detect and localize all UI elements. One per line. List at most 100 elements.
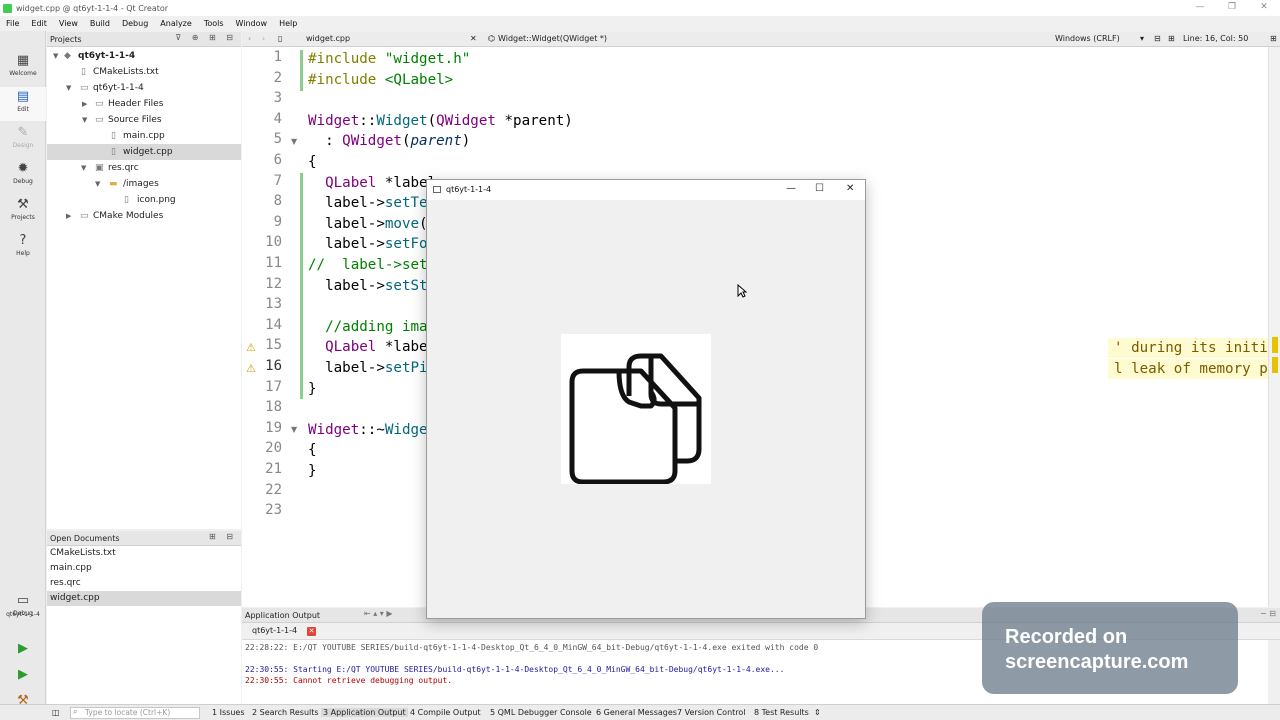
tree-item-label: Source Files [108, 115, 162, 125]
minimize-icon[interactable]: — [786, 183, 796, 194]
encoding-selector[interactable]: Windows (CRLF) [1055, 34, 1120, 43]
menu-help[interactable]: Help [273, 19, 303, 28]
warning-annotation[interactable]: ' during its initialization is never rea… [1108, 338, 1268, 358]
output-tab[interactable]: qt6yt-1-1-4 [252, 626, 297, 635]
kit-selector[interactable]: ▭ Debug [0, 591, 46, 625]
tree-item-widget-cpp[interactable]: ▯ widget.cpp [47, 144, 241, 160]
options-icon[interactable]: ⊞ [1168, 34, 1175, 43]
line-number: 17 [265, 378, 282, 395]
menu-build[interactable]: Build [84, 19, 116, 28]
status-tab-issues[interactable]: 1 Issues [212, 708, 245, 717]
chevron-down-icon[interactable]: ▼ [66, 80, 71, 96]
status-tab-search[interactable]: 2 Search Results [252, 708, 319, 717]
chevron-down-icon[interactable]: ▼ [53, 48, 58, 64]
line-number: 20 [265, 440, 282, 457]
chevron-down-icon[interactable]: ▼ [95, 176, 100, 192]
symbol-selector[interactable]: Widget::Widget(QWidget *) [498, 34, 607, 43]
folder-icon: ▬ [109, 179, 118, 189]
open-documents-title[interactable]: Open Documents [50, 534, 120, 543]
status-tab-compile[interactable]: 4 Compile Output [410, 708, 481, 717]
warning-icon[interactable]: ⚠ [246, 341, 256, 354]
menu-edit[interactable]: Edit [25, 19, 53, 28]
app-title-bar[interactable]: qt6yt-1-1-4 — ☐ ✕ [427, 180, 865, 200]
locator-input[interactable]: Type to locate (Ctrl+K) [70, 707, 200, 719]
open-doc-item[interactable]: CMakeLists.txt [47, 546, 241, 561]
tree-item-header-files[interactable]: ▶ ▭ Header Files [47, 96, 241, 112]
chevron-right-icon[interactable]: ▶ [82, 96, 87, 112]
warning-annotation[interactable]: l leak of memory pointed to by 'label2' … [1108, 359, 1268, 379]
tree-item-res-qrc[interactable]: ▼ ▣ res.qrc [47, 160, 241, 176]
menu-analyze[interactable]: Analyze [154, 19, 198, 28]
status-tab-vcs[interactable]: 7 Version Control [677, 708, 746, 717]
menu-debug[interactable]: Debug [116, 19, 154, 28]
mode-projects[interactable]: ⚒ Projects [0, 195, 46, 229]
running-app-window[interactable]: qt6yt-1-1-4 — ☐ ✕ [426, 179, 866, 619]
editor-toolbar: ‹ › ▯ widget.cpp ✕ ⌬ Widget::Widget(QWid… [242, 32, 1280, 47]
chevron-down-icon[interactable]: ▼ [82, 112, 87, 128]
tree-item-target[interactable]: ▼ ▭ qt6yt-1-1-4 [47, 80, 241, 96]
tree-item-images[interactable]: ▼ ▬ /images [47, 176, 241, 192]
mode-design[interactable]: ✎ Design [0, 123, 46, 157]
image-label [561, 334, 711, 485]
watermark-line: screencapture.com [1005, 651, 1189, 673]
mode-help[interactable]: ? Help [0, 231, 46, 265]
open-doc-item[interactable]: widget.cpp [47, 591, 241, 606]
chevron-updown-icon[interactable]: ⇕ [814, 708, 821, 717]
output-line: 22:30:55: Starting E:/QT YOUTUBE SERIES/… [245, 665, 785, 674]
close-icon[interactable]: ✕ [307, 627, 316, 636]
back-icon[interactable]: ‹ [248, 34, 251, 43]
line-number: 12 [265, 275, 282, 292]
fold-arrow-icon[interactable]: ▼ [291, 137, 297, 146]
status-bar: ◫ Type to locate (Ctrl+K) ⌕ 1 Issues 2 S… [0, 704, 1280, 720]
status-tab-general[interactable]: 6 General Messages [596, 708, 677, 717]
chevron-down-icon[interactable]: ▼ [81, 160, 86, 176]
tree-item-cmakelists[interactable]: ▯ CMakeLists.txt [47, 64, 241, 80]
restore-icon[interactable]: ❐ [1216, 0, 1248, 16]
forward-icon[interactable]: › [262, 34, 265, 43]
open-documents-list: CMakeLists.txt main.cpp res.qrc widget.c… [47, 546, 241, 704]
fold-arrow-icon[interactable]: ▼ [291, 425, 297, 434]
pane-toolbar[interactable]: ⊞ ⊟ [209, 532, 237, 541]
menu-window[interactable]: Window [230, 19, 274, 28]
tree-item-main-cpp[interactable]: ▯ main.cpp [47, 128, 241, 144]
tree-item-cmake-modules[interactable]: ▶ ▭ CMake Modules [47, 208, 241, 224]
pane-toolbar[interactable]: ⊽ ⊕ ⊞ ⊟ [175, 33, 237, 42]
tree-item-project[interactable]: ▼ ◆ qt6yt-1-1-4 [47, 48, 241, 64]
status-tab-app-output[interactable]: 3 Application Output [321, 708, 408, 717]
open-doc-item[interactable]: main.cpp [47, 561, 241, 576]
split-icon[interactable]: ⊟ [1154, 34, 1161, 43]
editor-scrollbar[interactable] [1268, 47, 1280, 607]
close-icon[interactable]: ✕ [846, 183, 854, 194]
toggle-sidebar-icon[interactable]: ◫ [52, 708, 60, 717]
minimize-icon[interactable]: — [1184, 0, 1216, 16]
projects-title[interactable]: Projects [50, 35, 82, 44]
warning-marker [1272, 337, 1278, 353]
chevron-right-icon[interactable]: ▶ [66, 208, 71, 224]
mode-debug[interactable]: ✹ Debug [0, 159, 46, 193]
current-file-selector[interactable]: widget.cpp [306, 34, 350, 43]
tree-item-icon-png[interactable]: ▯ icon.png [47, 192, 241, 208]
pane-toolbar[interactable]: − ⊟ [1260, 609, 1276, 618]
tree-item-source-files[interactable]: ▼ ▭ Source Files [47, 112, 241, 128]
monitor-icon: ▭ [16, 593, 30, 608]
close-file-icon[interactable]: ✕ [470, 34, 477, 43]
split-editor-icon[interactable]: ⊞ [1270, 34, 1277, 43]
menu-file[interactable]: File [0, 19, 25, 28]
open-doc-item[interactable]: res.qrc [47, 576, 241, 591]
run-icon: ▶ [18, 641, 28, 656]
line-number: 19 [265, 419, 282, 436]
cursor-position[interactable]: Line: 16, Col: 50 [1183, 34, 1248, 43]
maximize-icon[interactable]: ☐ [815, 183, 824, 194]
status-tab-qml[interactable]: 5 QML Debugger Console [490, 708, 592, 717]
close-icon[interactable]: ✕ [1248, 0, 1280, 16]
folder-icon: ▭ [80, 211, 89, 221]
warning-icon[interactable]: ⚠ [246, 362, 256, 375]
output-toolbar[interactable]: ⇤ ▴ ▾ ▶ [364, 609, 393, 618]
mode-welcome[interactable]: ▦ Welcome [0, 51, 46, 85]
status-tab-tests[interactable]: 8 Test Results [754, 708, 809, 717]
cpp-file-icon: ▯ [111, 131, 116, 141]
menu-tools[interactable]: Tools [198, 19, 230, 28]
chevron-down-icon[interactable]: ▾ [1140, 34, 1144, 43]
menu-view[interactable]: View [53, 19, 84, 28]
mode-edit[interactable]: ▤ Edit [0, 87, 46, 121]
